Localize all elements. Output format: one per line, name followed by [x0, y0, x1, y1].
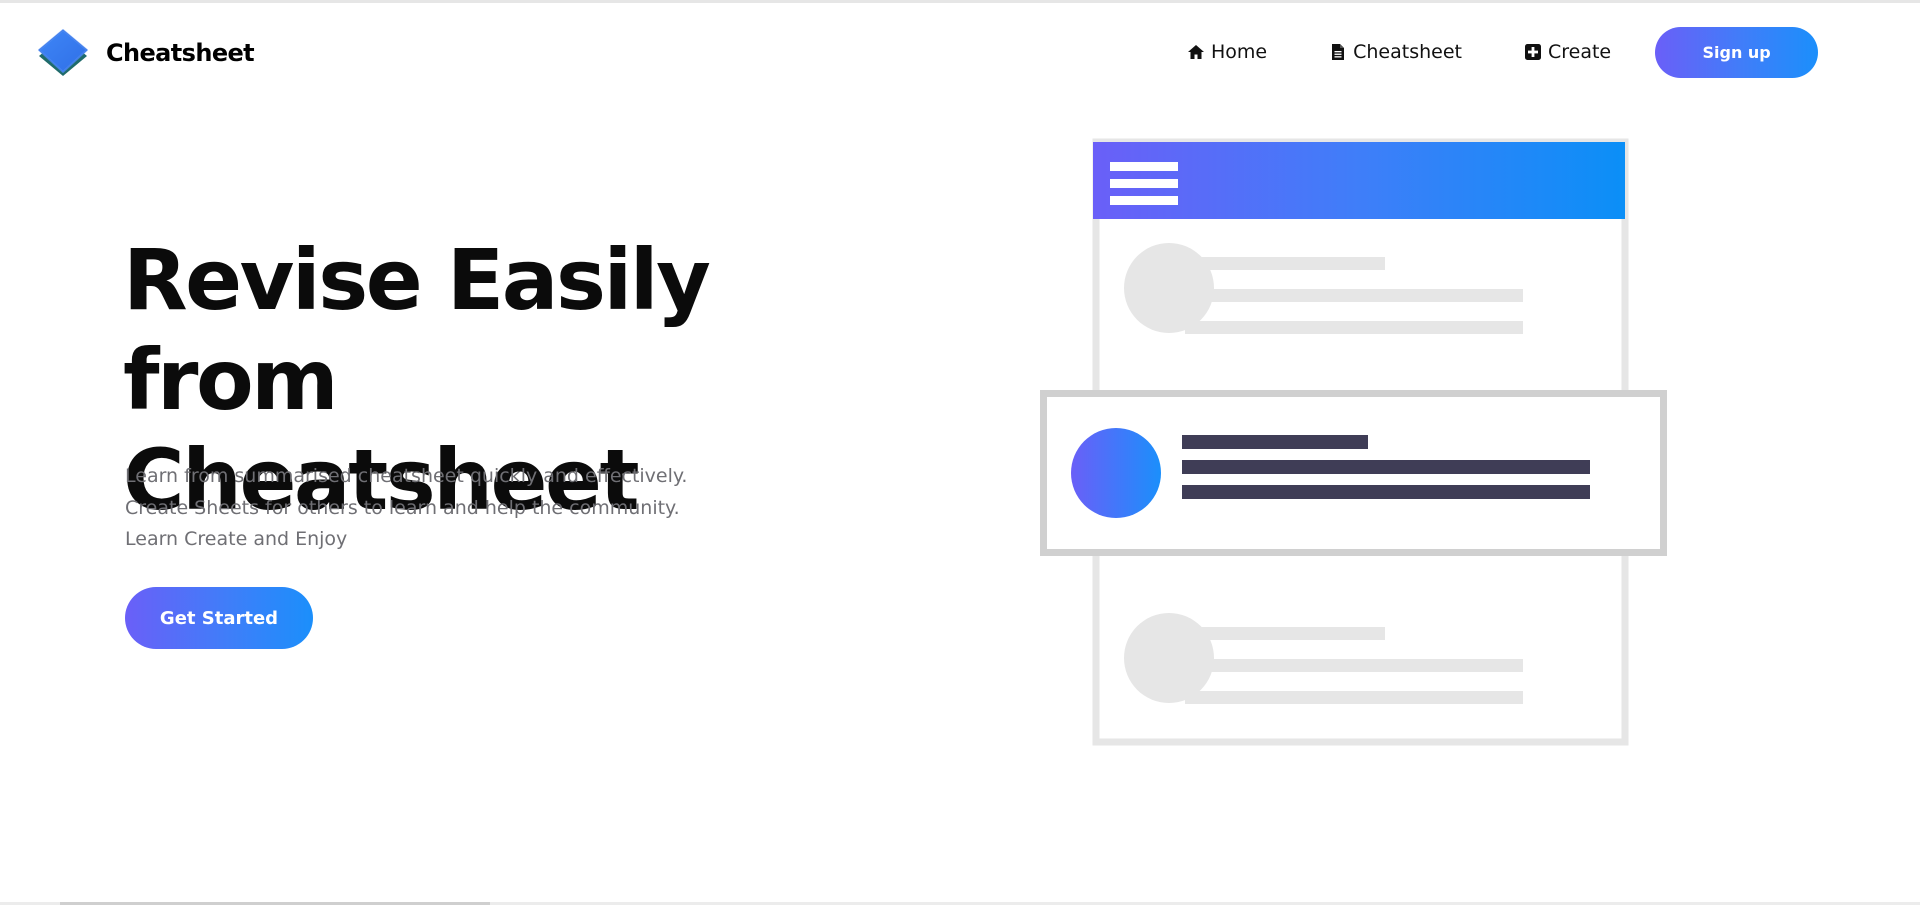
hero-description-line: Learn Create and Enjoy — [125, 528, 348, 550]
hero-description-line: Create Sheets for others to learn and he… — [125, 496, 680, 519]
highlight-avatar — [1071, 428, 1161, 518]
nav-home[interactable]: Home — [1187, 41, 1267, 63]
home-icon — [1188, 45, 1204, 59]
nav-create[interactable]: Create — [1524, 41, 1611, 63]
nav-cheatsheet[interactable]: Cheatsheet — [1329, 41, 1462, 63]
top-border — [0, 0, 1920, 3]
hero-description: Learn from summarised cheatsheet quickly… — [125, 461, 765, 556]
get-started-button[interactable]: Get Started — [125, 587, 313, 649]
brand-name: Cheatsheet — [106, 39, 255, 67]
signup-button[interactable]: Sign up — [1655, 26, 1819, 78]
nav-cheatsheet-label: Cheatsheet — [1353, 41, 1462, 63]
nav-create-label: Create — [1547, 41, 1612, 63]
main-nav: Home Cheatsheet Create Sign up — [1187, 26, 1819, 78]
plus-square-icon — [1524, 44, 1541, 60]
hero-illustration — [1030, 130, 1670, 760]
menu-icon — [1110, 162, 1178, 205]
nav-home-label: Home — [1211, 41, 1268, 63]
hero-title-line-1: Revise Easily from — [123, 231, 711, 429]
hero-description-line: Learn from summarised cheatsheet quickly… — [125, 465, 688, 487]
layers-icon — [38, 29, 88, 76]
landing-page: Cheatsheet Home Cheatsheet Create Sign u… — [0, 0, 1920, 905]
brand-logo[interactable]: Cheatsheet — [36, 26, 255, 80]
file-icon — [1332, 44, 1345, 60]
cheatsheet-list-illustration — [1040, 138, 1667, 746]
